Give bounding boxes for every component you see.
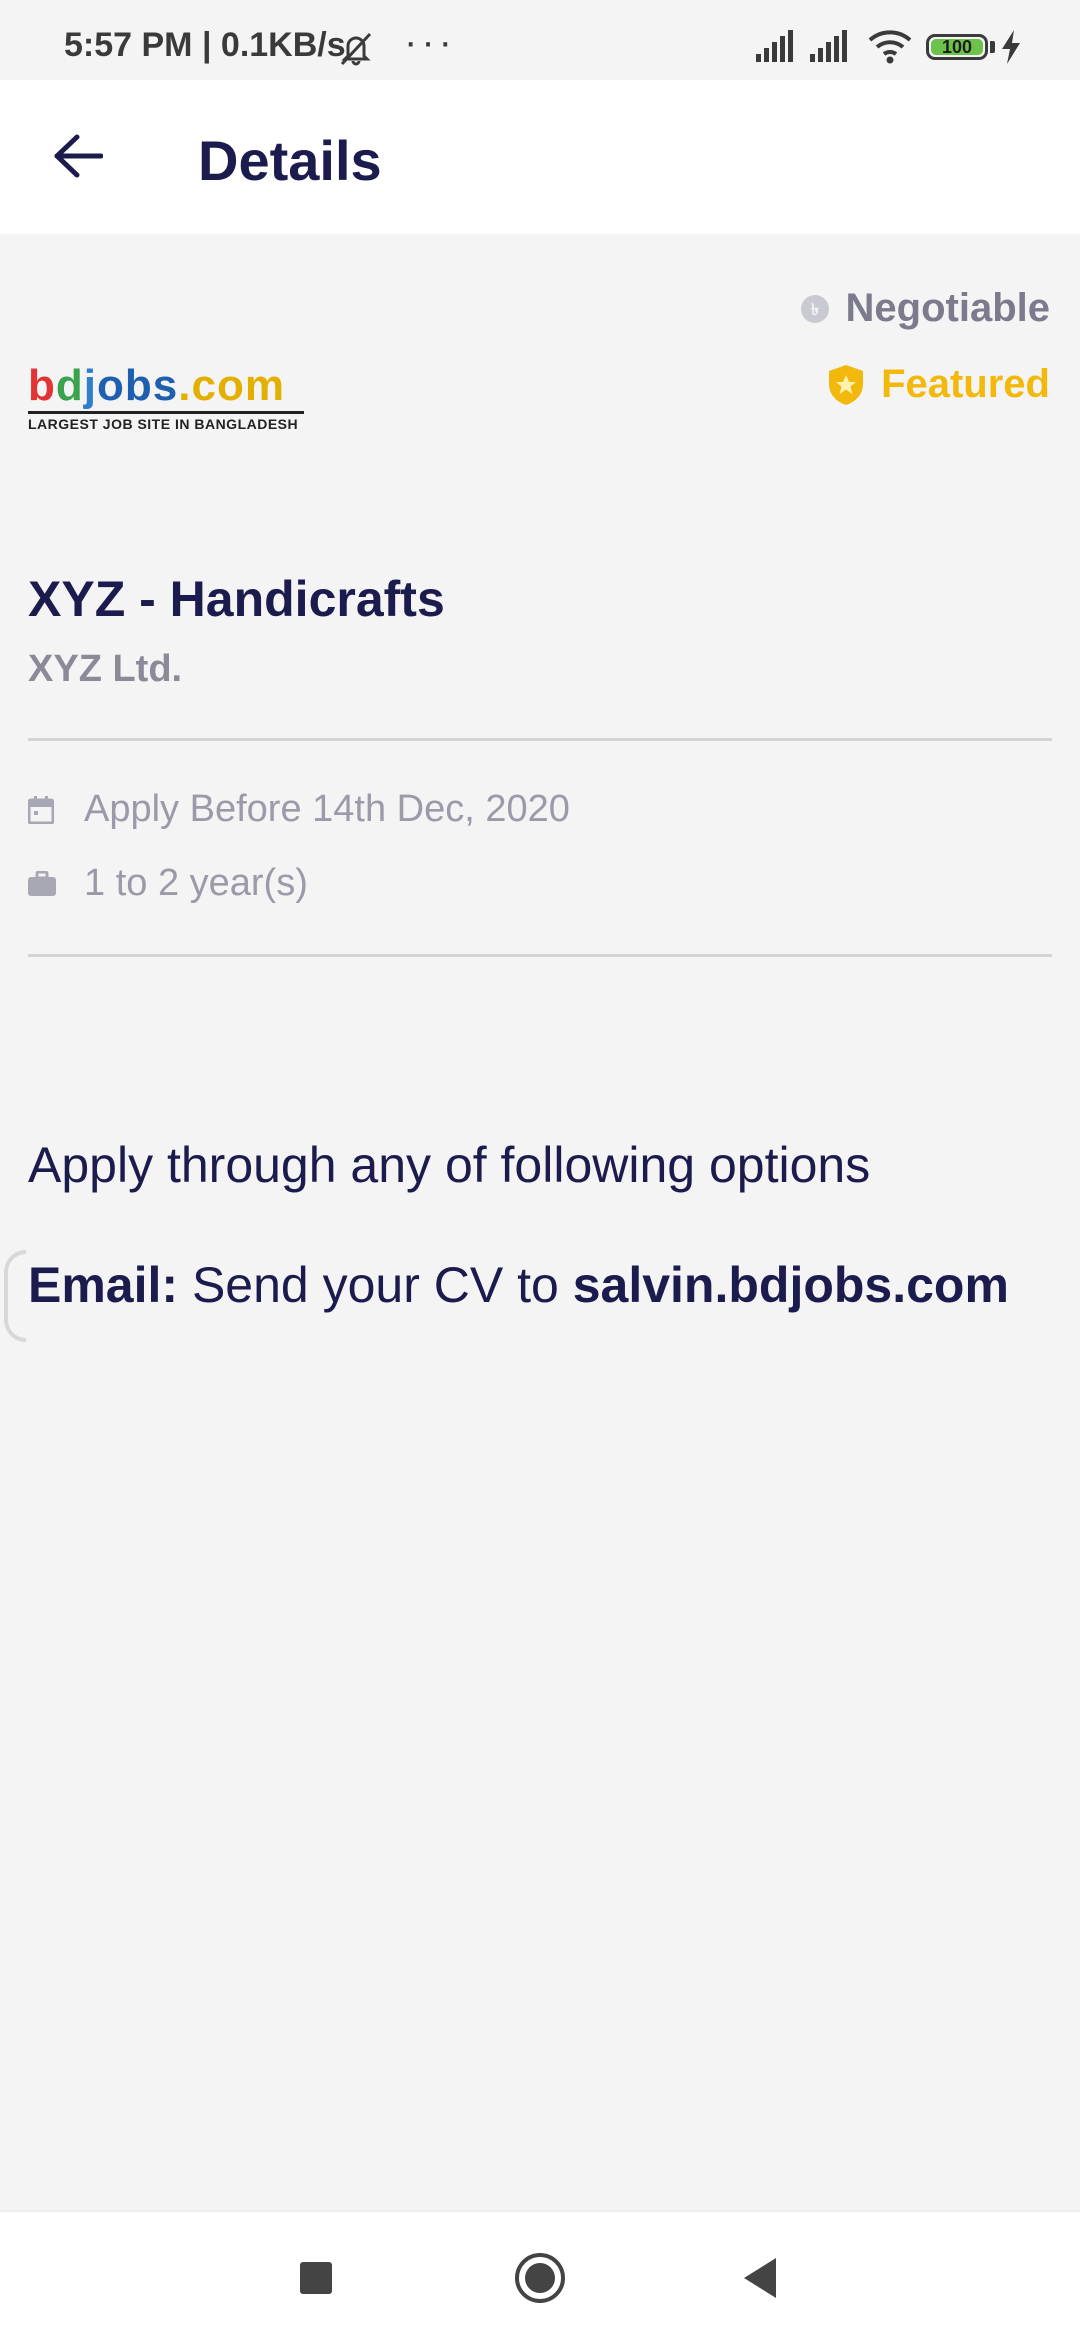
job-title: XYZ - Handicrafts: [28, 571, 445, 627]
deadline-row: Apply Before 14th Dec, 2020: [28, 788, 570, 831]
company-name: XYZ Ltd.: [28, 648, 183, 690]
system-nav-bar: [0, 2210, 1080, 2342]
recent-apps-button[interactable]: [300, 2262, 332, 2294]
page-title: Details: [198, 129, 382, 192]
svg-text:৳: ৳: [811, 300, 819, 319]
experience-row: 1 to 2 year(s): [28, 862, 308, 905]
battery-tip: [990, 41, 995, 53]
status-bar: 5:57 PM | 0.1KB/s ··· 100: [0, 0, 1080, 80]
wifi-icon: [868, 28, 912, 69]
more-dots-icon: ···: [404, 20, 456, 64]
calendar-icon: [28, 795, 84, 824]
charging-icon: [1000, 30, 1022, 69]
mute-icon: [336, 30, 376, 71]
email-text: Send your CV to: [178, 1257, 573, 1313]
featured-label: Featured: [881, 362, 1050, 406]
apply-heading: Apply through any of following options: [28, 1137, 871, 1193]
signal-icon: [756, 30, 798, 67]
divider: [28, 954, 1052, 957]
email-label: Email:: [28, 1257, 179, 1313]
shield-star-icon: [827, 364, 865, 406]
experience-text: 1 to 2 year(s): [84, 862, 308, 904]
deadline-text: Apply Before 14th Dec, 2020: [84, 788, 570, 830]
battery-icon: 100: [926, 34, 988, 60]
network-speed: 0.1KB/s: [220, 26, 346, 64]
edge-swipe-handle[interactable]: [4, 1250, 26, 1342]
salary-label: Negotiable: [845, 286, 1050, 330]
divider: [28, 738, 1052, 741]
salary-badge: ৳ Negotiable: [800, 286, 1050, 331]
status-time: 5:57 PM | 0.1KB/s: [64, 26, 346, 64]
back-button[interactable]: [40, 120, 116, 196]
email-address-link[interactable]: salvin.bdjobs.com: [573, 1257, 1009, 1313]
signal-icon: [810, 30, 852, 67]
app-bar: Details: [0, 80, 1080, 234]
coin-icon: ৳: [800, 294, 830, 324]
nav-back-button[interactable]: [742, 2256, 780, 2305]
email-instruction: Email: Send your CV to salvin.bdjobs.com: [28, 1256, 1009, 1314]
arrow-left-icon: [53, 134, 104, 183]
featured-badge: Featured: [827, 362, 1050, 407]
home-button[interactable]: [514, 2252, 566, 2304]
briefcase-icon: [28, 870, 84, 897]
company-logo: bdjobs.com LARGEST JOB SITE IN BANGLADES…: [28, 364, 304, 436]
battery-level: 100: [931, 38, 983, 56]
logo-tagline: LARGEST JOB SITE IN BANGLADESH: [28, 416, 299, 432]
clock: 5:57 PM: [64, 26, 193, 64]
